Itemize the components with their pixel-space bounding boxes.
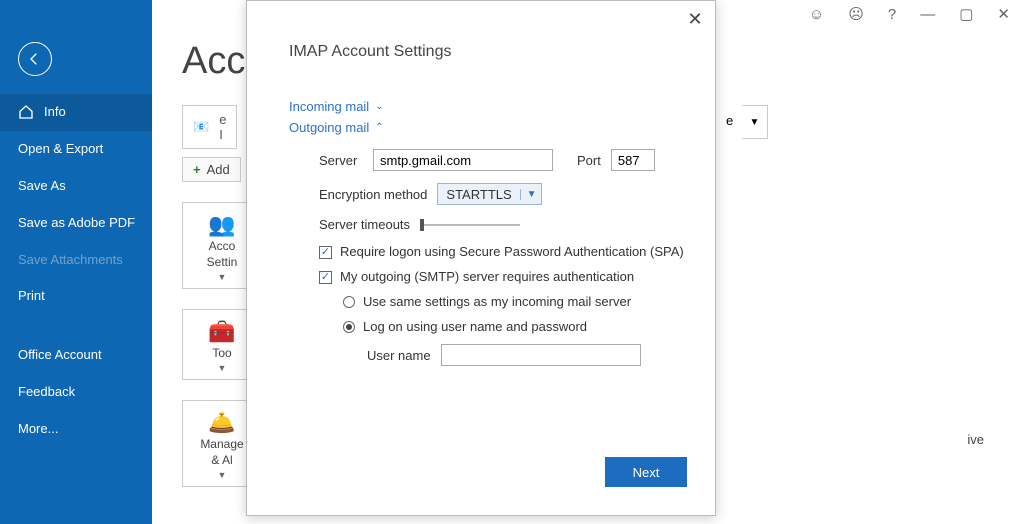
sidebar-item-feedback[interactable]: Feedback — [0, 374, 152, 411]
port-label: Port — [577, 153, 601, 168]
partial-text: ive — [967, 432, 984, 447]
sidebar-item-label: Office Account — [18, 347, 102, 364]
sidebar-item-label: Feedback — [18, 384, 75, 401]
sidebar-item-save-as[interactable]: Save As — [0, 168, 152, 205]
sidebar-item-office-account[interactable]: Office Account — [0, 337, 152, 374]
sidebar-item-info[interactable]: Info — [0, 94, 152, 131]
server-input[interactable] — [373, 149, 553, 171]
dialog-close-button[interactable]: ✕ — [685, 9, 705, 29]
chevron-up-icon: ⌃ — [375, 122, 383, 133]
sidebar-item-save-attachments: Save Attachments — [0, 242, 152, 279]
back-button[interactable] — [18, 42, 52, 76]
mailbox-icon: 📧 — [193, 119, 209, 135]
chevron-down-icon: ▼ — [520, 189, 537, 200]
tile-label: Manage & Al — [200, 437, 243, 468]
backstage-sidebar: Info Open & Export Save As Save as Adobe… — [0, 0, 152, 524]
radio-same-label: Use same settings as my incoming mail se… — [363, 294, 631, 309]
encryption-value: STARTTLS — [446, 187, 511, 202]
server-label: Server — [319, 153, 363, 168]
rules-icon: 🛎️ — [208, 409, 235, 437]
smtp-auth-label: My outgoing (SMTP) server requires authe… — [340, 269, 634, 284]
hidden-text: e — [726, 113, 733, 128]
account-line1: e — [219, 112, 226, 127]
sidebar-item-label: Info — [44, 104, 66, 121]
section-label: Outgoing mail — [289, 120, 369, 135]
home-icon — [18, 104, 34, 120]
smtp-auth-checkbox[interactable] — [319, 271, 332, 284]
outgoing-mail-form: Server Port Encryption method STARTTLS ▼… — [319, 149, 685, 366]
add-account-label: Add — [207, 162, 230, 177]
tools-icon: 🧰 — [208, 318, 235, 346]
account-settings-icon: 👥 — [208, 211, 235, 239]
chevron-down-icon: ⌄ — [375, 101, 383, 112]
add-account-button[interactable]: + Add — [182, 157, 241, 182]
imap-settings-dialog: ✕ IMAP Account Settings Incoming mail ⌄ … — [246, 0, 716, 516]
sidebar-item-label: More... — [18, 421, 58, 438]
server-timeouts-label: Server timeouts — [319, 217, 410, 232]
radio-logon-userpass[interactable] — [343, 321, 355, 333]
section-outgoing-mail[interactable]: Outgoing mail ⌃ — [289, 120, 384, 135]
encryption-select[interactable]: STARTTLS ▼ — [437, 183, 541, 205]
sidebar-item-label: Save as Adobe PDF — [18, 215, 135, 232]
tile-label: Acco Settin — [207, 239, 238, 270]
radio-same-settings[interactable] — [343, 296, 355, 308]
sidebar-item-save-adobe-pdf[interactable]: Save as Adobe PDF — [0, 205, 152, 242]
username-input[interactable] — [441, 344, 641, 366]
next-button[interactable]: Next — [605, 457, 687, 487]
chevron-down-icon: ▼ — [218, 272, 227, 284]
encryption-label: Encryption method — [319, 187, 427, 202]
server-timeouts-slider[interactable] — [420, 224, 520, 226]
chevron-down-icon: ▼ — [750, 117, 760, 128]
sidebar-item-label: Print — [18, 288, 45, 305]
section-label: Incoming mail — [289, 99, 369, 114]
dialog-title: IMAP Account Settings — [289, 43, 685, 61]
account-selector[interactable]: 📧 e I — [182, 105, 237, 149]
close-icon: ✕ — [687, 9, 702, 30]
tile-label: Too — [212, 346, 231, 362]
port-input[interactable] — [611, 149, 655, 171]
plus-icon: + — [193, 162, 201, 177]
chevron-down-icon: ▼ — [218, 470, 227, 482]
sidebar-item-label: Save As — [18, 178, 66, 195]
sidebar-item-print[interactable]: Print — [0, 278, 152, 315]
sidebar-item-open-export[interactable]: Open & Export — [0, 131, 152, 168]
account-dropdown-button[interactable]: ▼ — [742, 105, 768, 139]
radio-logon-label: Log on using user name and password — [363, 319, 587, 334]
section-incoming-mail[interactable]: Incoming mail ⌄ — [289, 99, 384, 114]
back-arrow-icon — [27, 51, 43, 67]
username-label: User name — [367, 348, 431, 363]
spa-checkbox[interactable] — [319, 246, 332, 259]
chevron-down-icon: ▼ — [218, 363, 227, 375]
sidebar-item-label: Open & Export — [18, 141, 103, 158]
sidebar-item-label: Save Attachments — [18, 252, 123, 269]
sidebar-item-more[interactable]: More... — [0, 411, 152, 448]
account-line2: I — [219, 127, 226, 142]
slider-thumb-icon — [420, 219, 424, 231]
spa-label: Require logon using Secure Password Auth… — [340, 244, 684, 259]
